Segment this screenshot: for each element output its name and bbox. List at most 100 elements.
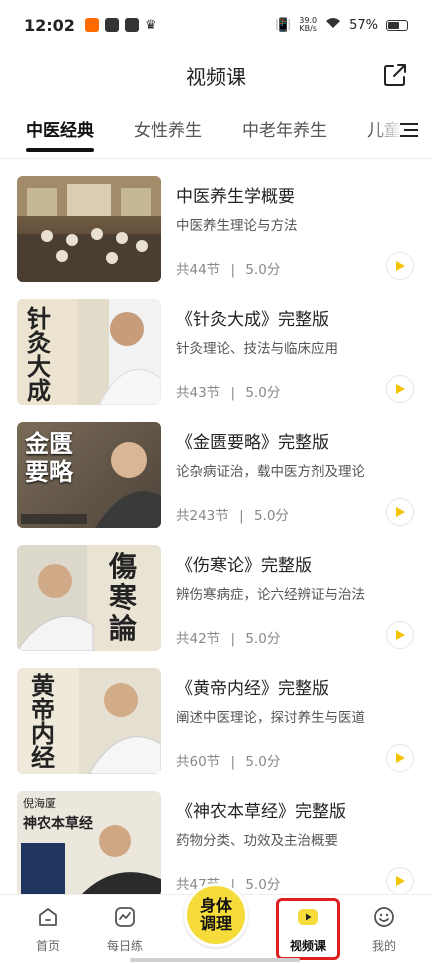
course-score: 5.0分 — [245, 262, 281, 278]
meta-separator: | — [230, 385, 236, 401]
list-item[interactable]: 傷寒論 《伤寒论》完整版 辨伤寒病症，论六经辨证与治法 共42节 | 5.0分 — [0, 545, 432, 668]
lesson-count: 共43节 — [176, 385, 221, 401]
course-thumbnail[interactable] — [17, 176, 161, 282]
tab-elderly-health[interactable]: 中老年养生 — [242, 112, 327, 152]
thumbnail-text: 傷寒論 — [109, 550, 138, 645]
play-icon — [396, 261, 405, 271]
play-button[interactable] — [386, 867, 414, 895]
thumbnail-author: 倪海厦 — [23, 797, 56, 810]
battery-percent: 57% — [349, 17, 378, 33]
home-icon — [39, 908, 57, 926]
meta-separator: | — [239, 508, 244, 524]
play-button[interactable] — [386, 375, 414, 403]
nav-body-care[interactable]: 身体 调理 — [184, 883, 248, 947]
course-description: 辨伤寒病症，论六经辨证与治法 — [176, 587, 365, 603]
course-thumbnail[interactable]: 针灸大成 — [17, 299, 161, 405]
thumbnail-text: 神农本草经 — [23, 816, 93, 832]
play-icon — [396, 384, 405, 394]
course-thumbnail[interactable]: 倪海厦 神农本草经 — [17, 791, 161, 897]
list-item[interactable]: 金匮要略 《金匮要略》完整版 论杂病证治，载中医方剂及理论 共243节 | 5.… — [0, 422, 432, 545]
nav-center-line1: 身体 — [199, 896, 232, 915]
play-button[interactable] — [386, 498, 414, 526]
lesson-count: 共42节 — [176, 631, 221, 647]
course-score: 5.0分 — [253, 508, 289, 524]
nav-center-line2: 调理 — [199, 914, 232, 933]
app-notification-icon — [104, 18, 119, 32]
nav-home[interactable]: 首页 — [18, 905, 78, 954]
meta-separator: | — [230, 262, 236, 278]
net-speed: 39.0 KB/s — [299, 17, 317, 33]
list-item[interactable]: 黄帝内经 《黄帝内经》完整版 阐述中医理论，探讨养生与医道 共60节 | 5.0… — [0, 668, 432, 791]
nav-daily-label: 每日练 — [106, 939, 143, 953]
net-speed-unit: KB/s — [299, 24, 317, 33]
play-button[interactable] — [386, 621, 414, 649]
crown-icon: ♛ — [144, 17, 157, 33]
nav-mine[interactable]: 我的 — [354, 905, 414, 954]
thumbnail-text: 金匮要略 — [25, 429, 73, 486]
page-title: 视频课 — [186, 64, 246, 89]
category-tabs: 中医经典 女性养生 中老年养生 儿童 — [0, 112, 432, 156]
play-button[interactable] — [386, 744, 414, 772]
course-meta: 共44节 | 5.0分 — [176, 258, 280, 278]
course-title[interactable]: 《金匮要略》完整版 — [176, 428, 329, 453]
course-description: 中医养生理论与方法 — [176, 218, 298, 234]
course-score: 5.0分 — [245, 631, 281, 647]
course-list: 中医养生学概要 中医养生理论与方法 共44节 | 5.0分 针灸大成 《针灸大成… — [0, 176, 432, 914]
course-description: 阐述中医理论，探讨养生与医道 — [176, 710, 365, 726]
course-description: 针灸理论、技法与临床应用 — [176, 341, 338, 357]
status-right: 📳 39.0 KB/s 57% — [275, 17, 408, 33]
share-icon[interactable] — [382, 62, 408, 88]
thumbnail-text: 黄帝内经 — [31, 671, 55, 772]
play-icon — [396, 753, 405, 763]
play-button[interactable] — [386, 252, 414, 280]
course-score: 5.0分 — [245, 754, 281, 770]
nav-home-label: 首页 — [35, 939, 60, 953]
status-time: 12:02 — [24, 15, 75, 35]
divider — [0, 158, 432, 159]
course-meta: 共60节 | 5.0分 — [176, 750, 280, 770]
list-item[interactable]: 针灸大成 《针灸大成》完整版 针灸理论、技法与临床应用 共43节 | 5.0分 — [0, 299, 432, 422]
notification-icons: ♛ — [84, 17, 157, 33]
course-description: 药物分类、功效及主治概要 — [176, 833, 338, 849]
nav-mine-label: 我的 — [371, 939, 396, 953]
menu-icon[interactable] — [400, 122, 418, 138]
play-icon — [396, 876, 405, 886]
nav-daily-practice[interactable]: 每日练 — [95, 905, 155, 954]
course-thumbnail[interactable]: 黄帝内经 — [17, 668, 161, 774]
list-item[interactable]: 中医养生学概要 中医养生理论与方法 共44节 | 5.0分 — [0, 176, 432, 299]
course-meta: 共43节 | 5.0分 — [176, 381, 280, 401]
bottom-nav: 首页 每日练 身体 调理 视频课 我的 — [0, 883, 432, 964]
course-title[interactable]: 《黄帝内经》完整版 — [176, 674, 329, 699]
wifi-icon — [325, 17, 341, 33]
meta-separator: | — [230, 754, 236, 770]
home-indicator — [130, 958, 300, 962]
tab-women-health[interactable]: 女性养生 — [134, 112, 202, 152]
course-title[interactable]: 《伤寒论》完整版 — [176, 551, 312, 576]
highlight-box — [276, 898, 340, 960]
course-meta: 共243节 | 5.0分 — [176, 504, 289, 524]
course-title[interactable]: 《神农本草经》完整版 — [176, 797, 346, 822]
app-notification-icon — [124, 18, 139, 32]
header: 视频课 — [0, 52, 432, 98]
status-bar: 12:02 ♛ 📳 39.0 KB/s 57% — [0, 0, 432, 50]
course-score: 5.0分 — [245, 385, 281, 401]
course-title[interactable]: 中医养生学概要 — [176, 182, 295, 207]
course-thumbnail[interactable]: 金匮要略 — [17, 422, 161, 528]
chart-icon — [115, 907, 135, 927]
course-title[interactable]: 《针灸大成》完整版 — [176, 305, 329, 330]
lesson-count: 共60节 — [176, 754, 221, 770]
thumbnail-text: 针灸大成 — [27, 304, 51, 405]
battery-icon — [386, 19, 408, 31]
lesson-count: 共44节 — [176, 262, 221, 278]
tabs-fade — [372, 112, 402, 152]
lesson-count: 共243节 — [176, 508, 229, 524]
app-notification-icon — [84, 18, 99, 32]
course-score: 5.0分 — [245, 877, 281, 893]
course-meta: 共42节 | 5.0分 — [176, 627, 280, 647]
tab-tcm-classics[interactable]: 中医经典 — [26, 112, 94, 152]
smiley-icon — [374, 907, 394, 927]
play-icon — [396, 507, 405, 517]
meta-separator: | — [230, 631, 236, 647]
course-thumbnail[interactable]: 傷寒論 — [17, 545, 161, 651]
course-description: 论杂病证治，载中医方剂及理论 — [176, 464, 365, 480]
